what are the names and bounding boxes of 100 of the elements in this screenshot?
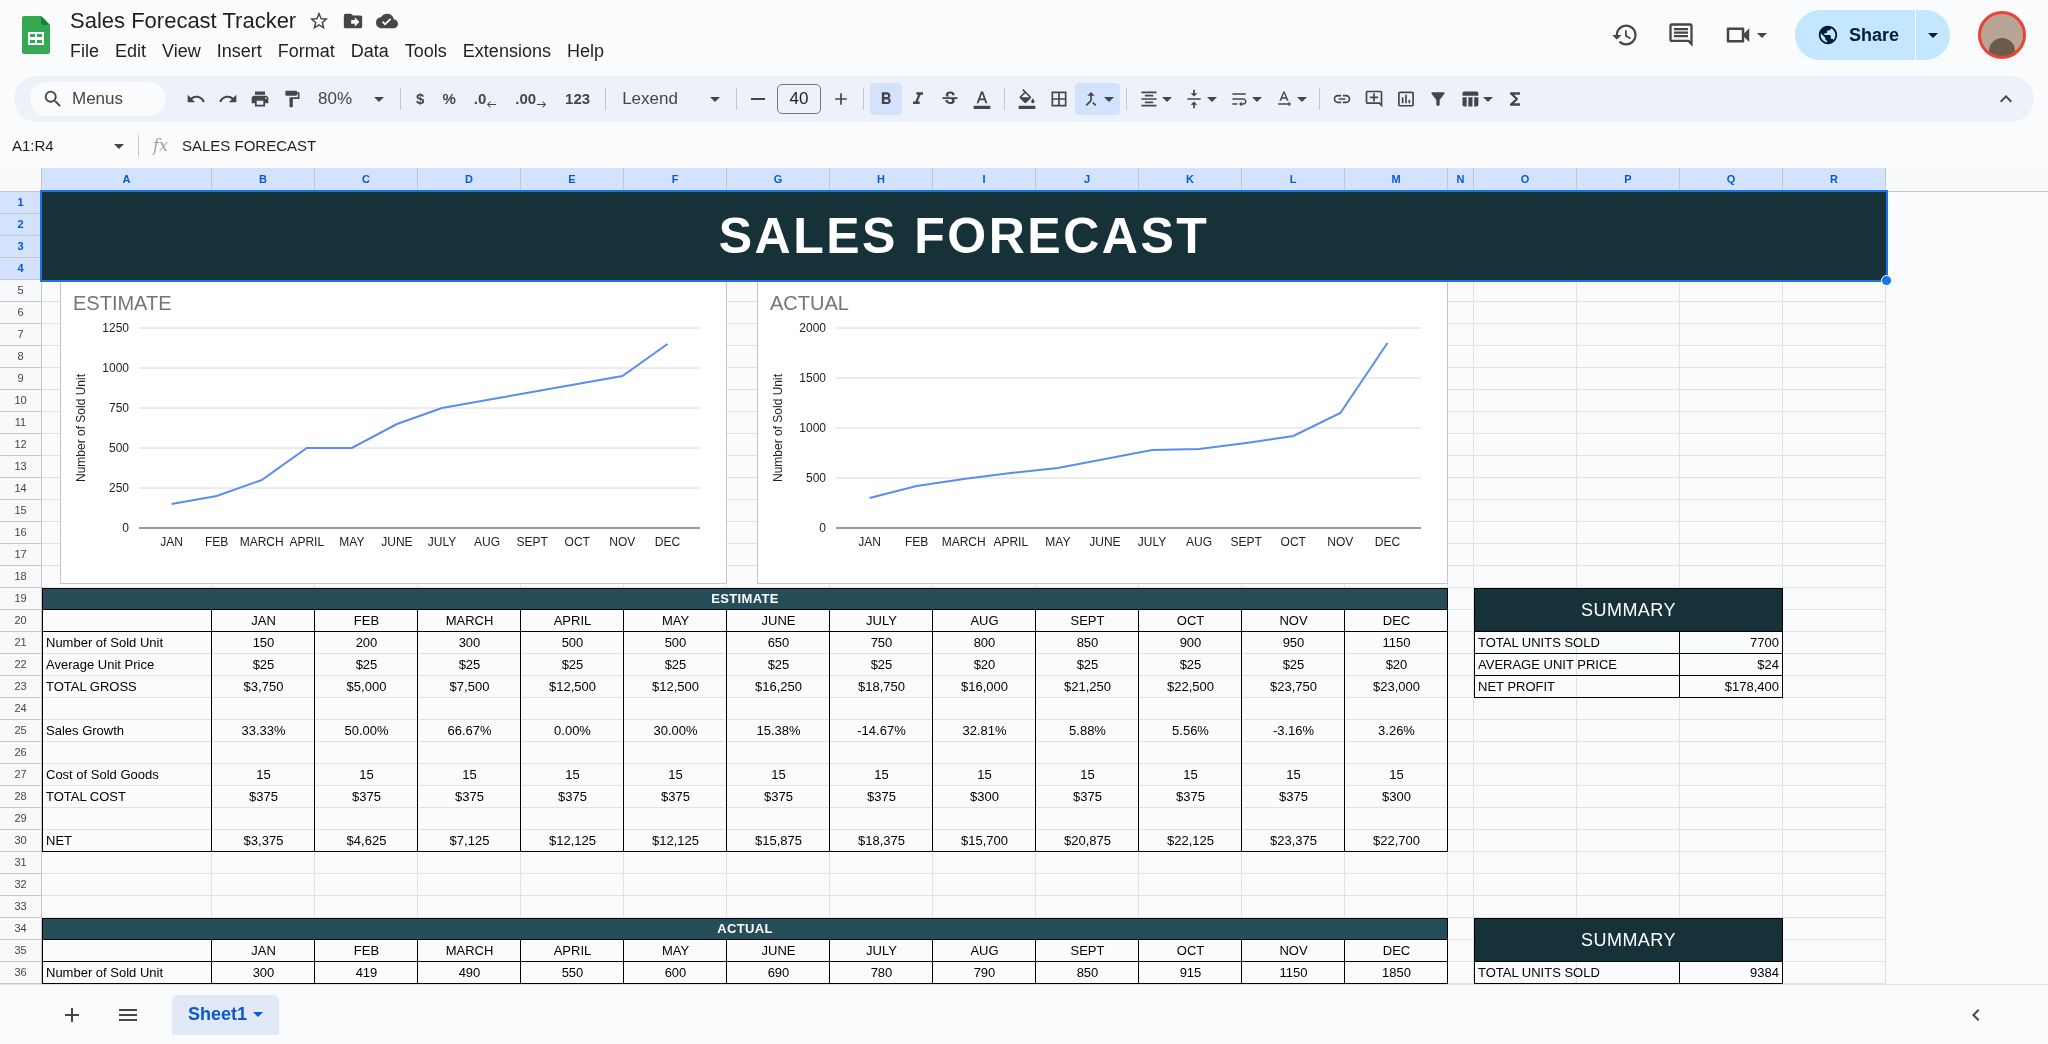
menus-search-field[interactable]: Menus [30, 82, 166, 116]
row-header[interactable]: 20 [0, 610, 42, 632]
name-box[interactable]: A1:R4 [12, 134, 124, 158]
row-header[interactable]: 26 [0, 742, 42, 764]
row-header[interactable]: 9 [0, 368, 42, 390]
column-header[interactable]: K [1139, 168, 1242, 191]
caret-icon [114, 143, 124, 149]
menu-item[interactable]: Data [343, 37, 396, 66]
row-header[interactable]: 17 [0, 544, 42, 566]
document-title[interactable]: Sales Forecast Tracker [70, 4, 297, 37]
column-header[interactable]: J [1036, 168, 1139, 191]
column-header[interactable]: R [1783, 168, 1886, 191]
column-header[interactable]: O [1474, 168, 1577, 191]
month-heading: AUG [969, 942, 1000, 961]
row-header[interactable]: 21 [0, 632, 42, 654]
share-button[interactable]: Share [1794, 10, 1915, 60]
row-header[interactable]: 35 [0, 940, 42, 962]
row-header[interactable]: 5 [0, 280, 42, 302]
menu-item[interactable]: Format [270, 37, 342, 66]
column-header[interactable]: F [624, 168, 727, 191]
row-header[interactable]: 32 [0, 874, 42, 896]
table-cell-text: 1150 [1381, 634, 1412, 653]
column-header[interactable]: E [521, 168, 624, 191]
row-header[interactable]: 16 [0, 522, 42, 544]
column-header[interactable]: L [1242, 168, 1345, 191]
x-tick-label: MARCH [941, 535, 986, 549]
number-format-button[interactable]: .0 [464, 83, 507, 115]
avatar[interactable] [1978, 11, 2026, 59]
row-header[interactable]: 22 [0, 654, 42, 676]
row-header[interactable]: 3 [0, 236, 42, 258]
menu-item[interactable]: Extensions [455, 37, 558, 66]
bold-button[interactable] [869, 83, 902, 115]
number-format-button[interactable]: $ [407, 83, 434, 115]
column-header[interactable]: A [42, 168, 212, 191]
caret-icon [253, 1012, 264, 1017]
column-header[interactable]: C [315, 168, 418, 191]
row-header[interactable]: 28 [0, 786, 42, 808]
row-header[interactable]: 8 [0, 346, 42, 368]
font-dropdown[interactable]: Lexend [612, 83, 730, 115]
chart-card[interactable]: ACTUAL 0 500 1000 1500 2000 Number of Sold Unit JAN FEB MARCH APRIL MAY JUNE JULY AUG SEPT OCT NOV DEC [757, 281, 1448, 584]
column-header[interactable]: D [418, 168, 521, 191]
row-header[interactable]: 15 [0, 500, 42, 522]
column-header[interactable]: N [1448, 168, 1474, 191]
row-header[interactable]: 25 [0, 720, 42, 742]
row-header[interactable]: 18 [0, 566, 42, 588]
table-cell-text: 750 [869, 634, 894, 653]
column-header[interactable]: P [1577, 168, 1680, 191]
month-heading: JUNE [760, 612, 797, 631]
chart-card[interactable]: ESTIMATE 0 250 500 750 1000 1250 Number of Sold Unit JAN FEB MARCH APRIL MAY JUNE JULY AUG SEPT OCT NOV DEC [60, 281, 727, 584]
number-format-button[interactable]: % [433, 83, 465, 115]
row-header[interactable]: 14 [0, 478, 42, 500]
row-header[interactable]: 7 [0, 324, 42, 346]
summary-label: TOTAL UNITS SOLD [1474, 632, 1680, 654]
row-header[interactable]: 12 [0, 434, 42, 456]
row-header[interactable]: 10 [0, 390, 42, 412]
chart-title: ACTUAL [770, 291, 849, 316]
table-cell-text: $23,000 [1372, 678, 1421, 697]
menu-item[interactable]: Insert [209, 37, 269, 66]
column-header[interactable]: I [933, 168, 1036, 191]
menu-item[interactable]: View [155, 37, 208, 66]
column-header[interactable]: G [727, 168, 830, 191]
zoom-dropdown[interactable]: 80% [308, 83, 395, 115]
row-header[interactable]: 27 [0, 764, 42, 786]
menu-item[interactable]: Edit [108, 37, 154, 66]
table-cell-text: $375 [454, 788, 485, 807]
row-header[interactable]: 2 [0, 214, 42, 236]
column-header[interactable]: B [212, 168, 315, 191]
row-header[interactable]: 4 [0, 258, 42, 280]
font-size-field[interactable]: 40 [776, 84, 821, 114]
column-header[interactable]: Q [1680, 168, 1783, 191]
merge-cells-button[interactable] [1074, 83, 1120, 115]
x-tick-label: NOV [609, 535, 636, 549]
menu-item[interactable]: File [63, 37, 106, 66]
column-header[interactable]: H [830, 168, 933, 191]
row-header[interactable]: 33 [0, 896, 42, 918]
row-header[interactable]: 11 [0, 412, 42, 434]
search-input[interactable]: Menus [72, 86, 152, 112]
menu-item[interactable]: Tools [397, 37, 454, 66]
row-header[interactable]: 1 [0, 192, 42, 214]
row-header[interactable]: 29 [0, 808, 42, 830]
selection-handle[interactable] [1881, 275, 1892, 286]
row-header[interactable]: 24 [0, 698, 42, 720]
comment-icon[interactable] [1666, 21, 1695, 49]
sheet-tab[interactable]: Sheet1 [172, 994, 280, 1035]
spreadsheet-logo-icon[interactable] [22, 16, 50, 54]
number-format-button[interactable]: 123 [556, 83, 600, 115]
month-heading: MAY [660, 942, 691, 961]
row-header[interactable]: 36 [0, 962, 42, 984]
row-header[interactable]: 23 [0, 676, 42, 698]
row-header[interactable]: 19 [0, 588, 42, 610]
month-heading: MARCH [444, 942, 495, 961]
number-format-button[interactable]: .00 [506, 83, 557, 115]
row-header[interactable]: 34 [0, 918, 42, 940]
row-header[interactable]: 6 [0, 302, 42, 324]
menu-item[interactable]: Help [559, 37, 611, 66]
row-header[interactable]: 31 [0, 852, 42, 874]
month-heading: JULY [865, 942, 898, 961]
row-header[interactable]: 13 [0, 456, 42, 478]
row-header[interactable]: 30 [0, 830, 42, 852]
column-header[interactable]: M [1345, 168, 1448, 191]
